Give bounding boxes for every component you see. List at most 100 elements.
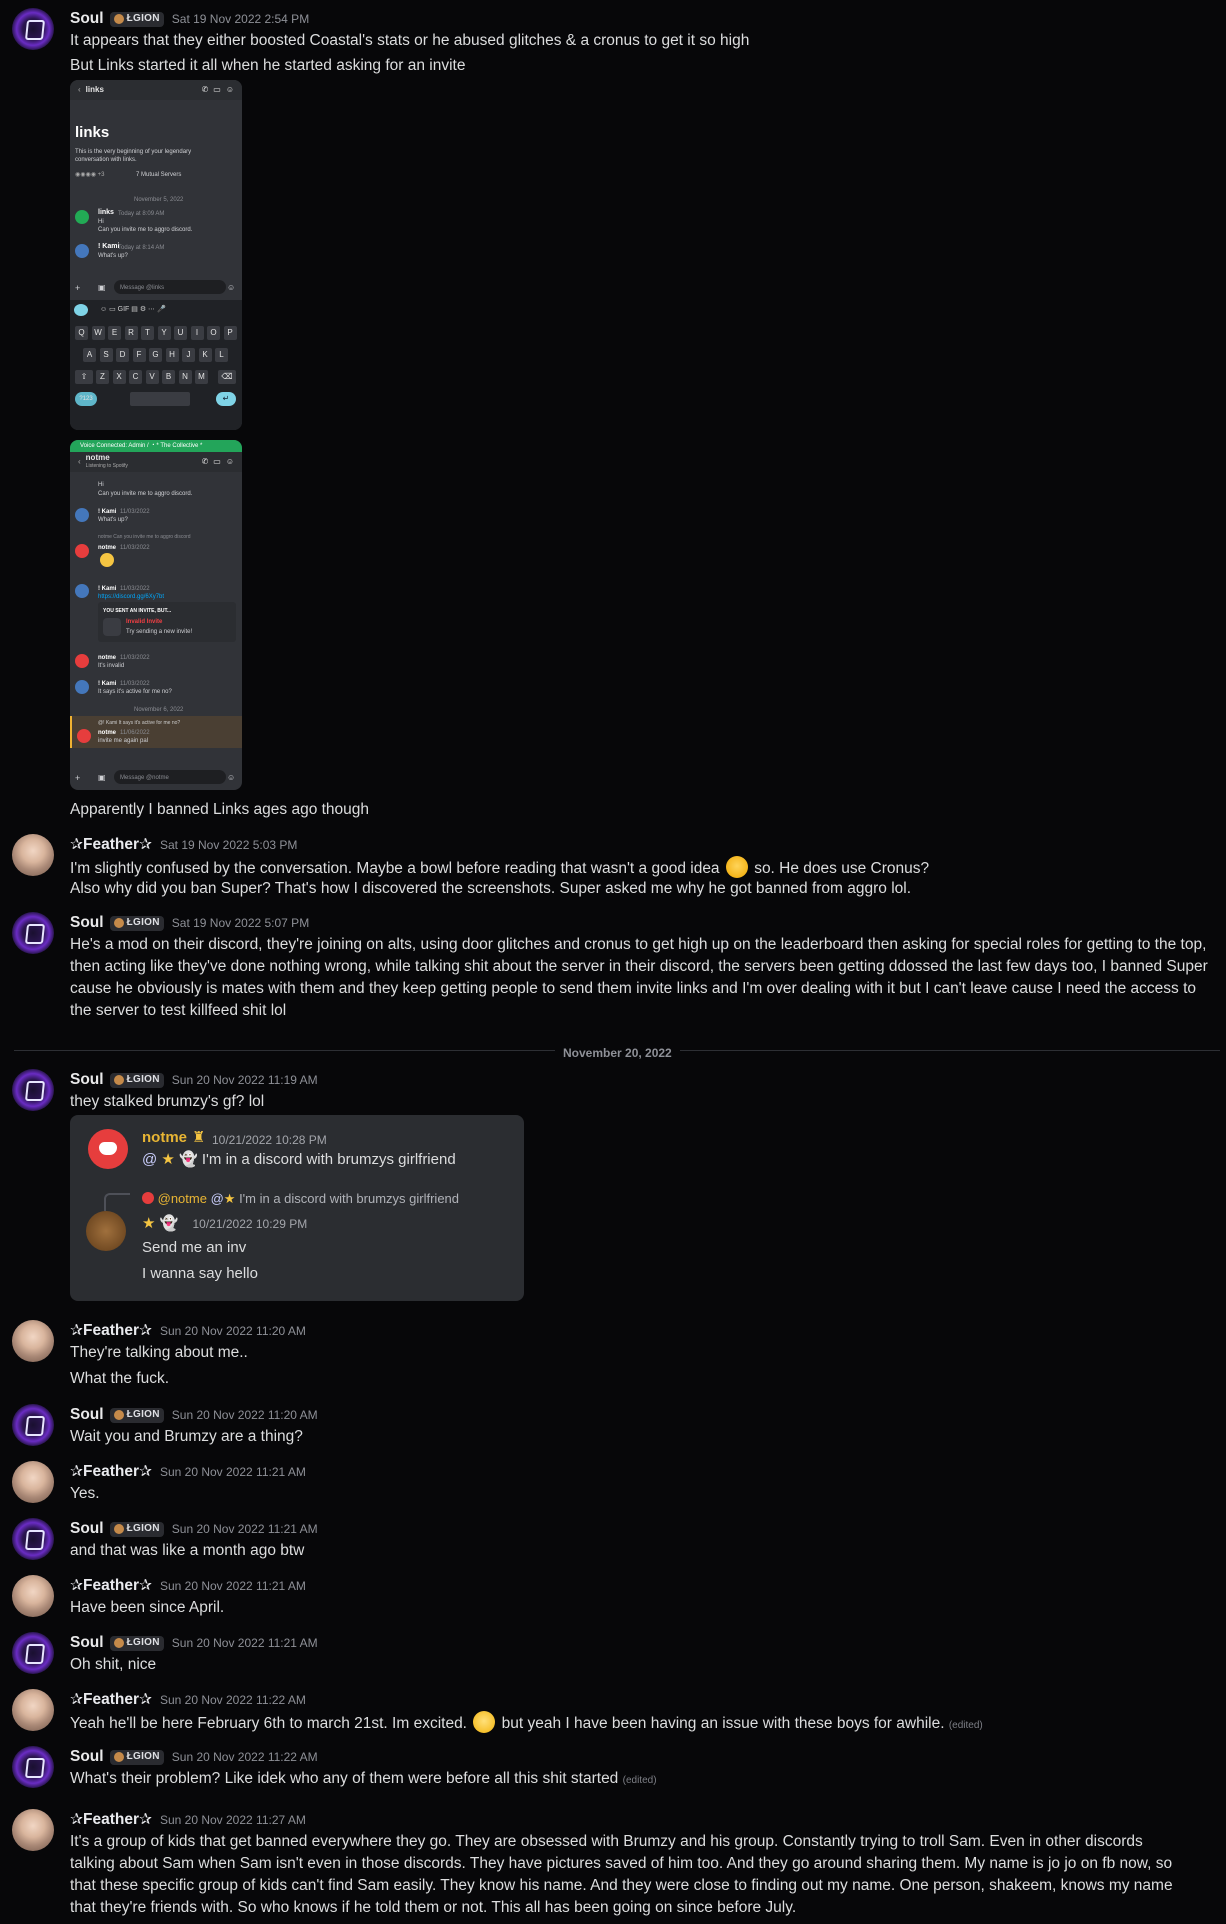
keyboard-key[interactable]: F: [132, 348, 146, 362]
keyboard-key[interactable]: C: [129, 370, 142, 384]
backspace-key[interactable]: ⌫: [218, 370, 236, 384]
message-header: Soul ŁGION Sun 20 Nov 2022 11:20 AM: [70, 1404, 318, 1426]
message-text: they stalked brumzy's gf? lol: [70, 1093, 265, 1110]
avatar: [75, 654, 89, 668]
keyboard-key[interactable]: T: [141, 326, 154, 340]
avatar[interactable]: [12, 1809, 54, 1851]
message: Soul ŁGION Sun 20 Nov 2022 11:20 AM Wait…: [0, 1404, 1226, 1450]
username[interactable]: ✰Feather✰: [70, 1320, 152, 1342]
username[interactable]: Soul: [70, 1518, 104, 1540]
avatar[interactable]: [12, 834, 54, 876]
keyboard-key[interactable]: B: [162, 370, 175, 384]
username[interactable]: Soul: [70, 1069, 104, 1091]
username[interactable]: Soul: [70, 1404, 104, 1426]
keyboard-key[interactable]: K: [198, 348, 212, 362]
keyboard-key[interactable]: P: [223, 326, 237, 340]
back-icon: ‹: [78, 457, 81, 466]
message-text: I'm slightly confused by the conversatio…: [70, 856, 929, 880]
guild-tag[interactable]: ŁGION: [109, 1072, 164, 1088]
avatar: [75, 210, 89, 224]
keyboard-key[interactable]: V: [145, 370, 159, 384]
username[interactable]: ✰Feather✰: [70, 834, 152, 856]
message-text: Apparently I banned Links ages ago thoug…: [70, 801, 370, 818]
message-input[interactable]: Message @links: [114, 280, 226, 294]
back-icon: ‹: [78, 85, 81, 94]
guild-tag[interactable]: ŁGION: [109, 1749, 164, 1765]
bear-icon: [113, 1752, 124, 1762]
keyboard-key[interactable]: L: [215, 348, 228, 362]
username[interactable]: Soul: [70, 8, 104, 30]
shift-key[interactable]: ⇧: [75, 370, 93, 384]
avatar[interactable]: [12, 1069, 54, 1111]
members-icon: ☺: [225, 85, 234, 94]
ghost-icon: 👻: [179, 1151, 198, 1168]
keyboard-key[interactable]: U: [174, 326, 187, 340]
avatar: [86, 1211, 126, 1251]
keyboard-key[interactable]: I: [190, 326, 204, 340]
username[interactable]: Soul: [70, 1632, 104, 1654]
username[interactable]: ✰Feather✰: [70, 1809, 152, 1831]
keyboard-key[interactable]: E: [108, 326, 121, 340]
mention-highlight: @! Kami It says it's active for me no? n…: [70, 716, 242, 748]
keyboard-key[interactable]: M: [195, 370, 208, 384]
keyboard-key[interactable]: Z: [96, 370, 109, 384]
guild-tag[interactable]: ŁGION: [109, 11, 164, 27]
keyboard-key[interactable]: N: [178, 370, 192, 384]
avatar[interactable]: [12, 8, 54, 50]
keyboard-key[interactable]: A: [83, 348, 96, 362]
call-icon: ✆: [201, 457, 209, 466]
avatar[interactable]: [12, 1404, 54, 1446]
avatar[interactable]: [12, 1320, 54, 1362]
avatar[interactable]: [12, 1461, 54, 1503]
username[interactable]: ✰Feather✰: [70, 1689, 152, 1711]
guild-tag[interactable]: ŁGION: [109, 1407, 164, 1423]
invite-card: YOU SENT AN INVITE, BUT... Invalid Invit…: [98, 602, 236, 642]
keyboard-key[interactable]: G: [149, 348, 162, 362]
ghost-icon: 👻: [159, 1215, 179, 1232]
quoted-screenshot[interactable]: notme ♜ 10/21/2022 10:28 PM @ ★ 👻 I'm in…: [70, 1115, 524, 1301]
message: ✰Feather✰ Sun 20 Nov 2022 11:20 AM They'…: [0, 1320, 1226, 1388]
kb-toolbar: [74, 304, 88, 316]
avatar: [75, 508, 89, 522]
timestamp: Sat 19 Nov 2022 5:07 PM: [171, 916, 310, 930]
smiling-tear-emoji: [473, 1711, 496, 1733]
keyboard-key[interactable]: X: [112, 370, 126, 384]
gift-icon: ▣: [98, 773, 106, 782]
keyboard: ☺ ▭ GIF ▤ ⚙ ⋯ 🎤 QWERTYUIOPASDFGHJKLZXCVB…: [70, 300, 242, 430]
discord-avatar: [88, 1129, 128, 1169]
guild-tag[interactable]: ŁGION: [109, 915, 164, 931]
keyboard-key[interactable]: H: [165, 348, 179, 362]
numbers-key[interactable]: ?123: [75, 392, 97, 406]
keyboard-key[interactable]: Q: [75, 326, 88, 340]
username[interactable]: Soul: [70, 1746, 104, 1768]
avatar[interactable]: [12, 1518, 54, 1560]
keyboard-key[interactable]: D: [116, 348, 129, 362]
timestamp: Sun 20 Nov 2022 11:21 AM: [171, 1636, 318, 1650]
avatar[interactable]: [12, 912, 54, 954]
keyboard-key[interactable]: W: [91, 326, 105, 340]
screenshot-attachment[interactable]: Voice Connected: Admin / ・* The Collecti…: [70, 440, 242, 790]
avatar[interactable]: [12, 1632, 54, 1674]
username[interactable]: ✰Feather✰: [70, 1461, 152, 1483]
timestamp: Sun 20 Nov 2022 11:20 AM: [159, 1324, 306, 1338]
keyboard-key[interactable]: S: [99, 348, 113, 362]
avatar[interactable]: [12, 1689, 54, 1731]
username[interactable]: ✰Feather✰: [70, 1575, 152, 1597]
members-icon: ☺: [225, 457, 234, 466]
message-input[interactable]: Message @notme: [114, 770, 226, 784]
screenshot-attachment[interactable]: ‹ links ✆ ▭ ☺ links This is the very beg…: [70, 80, 242, 430]
plus-icon: +: [75, 283, 81, 293]
enter-key[interactable]: ↵: [216, 392, 236, 406]
keyboard-key[interactable]: Y: [157, 326, 171, 340]
guild-tag[interactable]: ŁGION: [109, 1521, 164, 1537]
space-key[interactable]: [130, 392, 190, 406]
avatar[interactable]: [12, 1746, 54, 1788]
keyboard-key[interactable]: O: [207, 326, 220, 340]
guild-tag[interactable]: ŁGION: [109, 1635, 164, 1651]
keyboard-key[interactable]: R: [124, 326, 138, 340]
emoji: [100, 553, 114, 567]
username[interactable]: Soul: [70, 912, 104, 934]
reply-connector: [104, 1193, 130, 1211]
keyboard-key[interactable]: J: [182, 348, 195, 362]
avatar[interactable]: [12, 1575, 54, 1617]
